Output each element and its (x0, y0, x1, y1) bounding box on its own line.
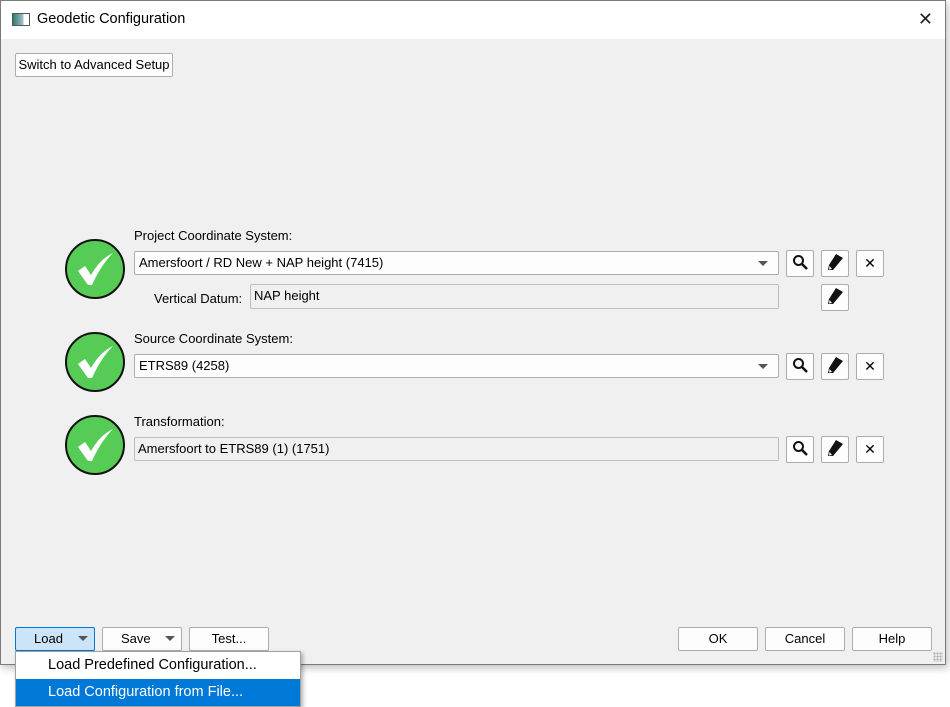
source-status-check-icon (65, 332, 125, 392)
search-icon (792, 440, 808, 459)
chevron-down-icon (758, 364, 768, 369)
transformation-status-check-icon (65, 415, 125, 475)
test-button[interactable]: Test... (189, 627, 269, 651)
save-label: Save (121, 631, 151, 646)
chevron-down-icon (758, 261, 768, 266)
load-button[interactable]: Load (15, 627, 95, 651)
transformation-search-button[interactable] (786, 436, 814, 463)
source-search-button[interactable] (786, 353, 814, 380)
save-button[interactable]: Save (102, 627, 182, 651)
geodetic-configuration-dialog: Geodetic Configuration ✕ Switch to Advan… (0, 0, 946, 665)
menu-item-load-from-file[interactable]: Load Configuration from File... (16, 679, 300, 706)
transformation-label: Transformation: (134, 414, 225, 429)
project-crs-value: Amersfoort / RD New + NAP height (7415) (139, 255, 384, 270)
help-button[interactable]: Help (852, 627, 932, 651)
close-icon: ✕ (864, 255, 876, 272)
project-crs-combo[interactable]: Amersfoort / RD New + NAP height (7415) (134, 251, 779, 275)
source-crs-combo[interactable]: ETRS89 (4258) (134, 354, 779, 378)
close-icon: ✕ (864, 441, 876, 458)
ok-button[interactable]: OK (678, 627, 758, 651)
project-search-button[interactable] (786, 250, 814, 277)
chevron-down-icon (165, 636, 175, 641)
source-crs-label: Source Coordinate System: (134, 331, 293, 346)
load-dropdown-menu: Load Predefined Configuration... Load Co… (15, 651, 301, 707)
project-status-check-icon (65, 239, 125, 299)
project-crs-label: Project Coordinate System: (134, 228, 293, 243)
project-edit-button[interactable] (821, 250, 849, 277)
menu-item-load-predefined[interactable]: Load Predefined Configuration... (16, 652, 300, 679)
close-icon: ✕ (864, 358, 876, 375)
vertical-edit-button[interactable] (821, 284, 849, 311)
pencil-icon (826, 287, 844, 308)
search-icon (792, 357, 808, 376)
title-bar: Geodetic Configuration ✕ (1, 1, 945, 39)
project-clear-button[interactable]: ✕ (856, 250, 884, 277)
search-icon (792, 254, 808, 273)
pencil-icon (826, 356, 844, 377)
pencil-icon (826, 439, 844, 460)
source-crs-value: ETRS89 (4258) (139, 358, 230, 373)
switch-advanced-button[interactable]: Switch to Advanced Setup (15, 53, 173, 77)
close-icon[interactable]: ✕ (918, 9, 933, 30)
pencil-icon (826, 253, 844, 274)
load-label: Load (34, 631, 63, 646)
vertical-datum-label: Vertical Datum: (154, 291, 243, 306)
transformation-edit-button[interactable] (821, 436, 849, 463)
chevron-down-icon (78, 636, 88, 641)
source-clear-button[interactable]: ✕ (856, 353, 884, 380)
resize-grip[interactable] (933, 652, 943, 662)
cancel-button[interactable]: Cancel (765, 627, 845, 651)
transformation-clear-button[interactable]: ✕ (856, 436, 884, 463)
vertical-datum-field[interactable]: NAP height (250, 284, 779, 309)
source-edit-button[interactable] (821, 353, 849, 380)
window-title: Geodetic Configuration (37, 11, 186, 27)
app-icon (12, 13, 30, 26)
transformation-field[interactable]: Amersfoort to ETRS89 (1) (1751) (134, 437, 779, 461)
